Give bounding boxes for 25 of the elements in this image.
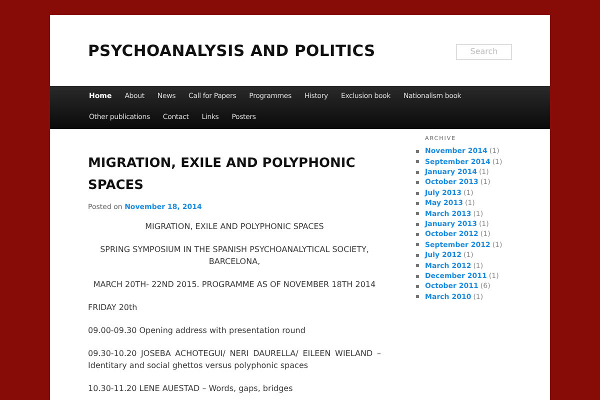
search-field[interactable]: Search xyxy=(456,44,512,60)
bullet-icon xyxy=(416,160,419,164)
post-paragraph: MIGRATION, EXILE AND POLYPHONIC SPACES xyxy=(144,220,325,232)
bullet-icon xyxy=(416,254,419,257)
bullet-icon xyxy=(416,295,419,298)
post-paragraph: 10.30-11.20 LENE AUESTAD – Words, gaps, bridges xyxy=(88,382,294,394)
post-title: MIGRATION, EXILE AND POLYPHONIC SPACES xyxy=(88,155,356,195)
bullet-icon xyxy=(416,170,419,174)
bullet-icon xyxy=(416,285,419,288)
post-paragraph: SPRING SYMPOSIUM IN THE SPANISH PSYCHOANALYTICAL SOCIETY, BARCELONA, xyxy=(99,244,370,268)
post-paragraph: FRIDAY 20th xyxy=(88,302,138,314)
bullet-icon xyxy=(416,192,419,194)
bullet-icon xyxy=(416,222,419,226)
bullet-icon xyxy=(416,243,419,246)
bullet-icon xyxy=(416,150,419,153)
bullet-icon xyxy=(416,202,419,205)
post-paragraph: 09.30-10.20 JOSEBA ACHOTEGUI/ NERI DAURELLA/ EILEEN WIELAND – Identitary and social ghettos versus polyphonic spaces xyxy=(88,348,381,372)
post-paragraph: 09.00-09.30 Opening address with presentation round xyxy=(88,324,306,336)
bullet-icon xyxy=(416,274,419,278)
bullet-icon xyxy=(416,264,419,268)
bullet-icon xyxy=(416,212,419,216)
post-paragraph: MARCH 20TH- 22ND 2015. PROGRAMME AS OF NOVEMBER 18TH 2014 xyxy=(92,278,377,290)
bullet-icon xyxy=(416,181,419,184)
site-title[interactable]: PSYCHOANALYSIS AND POLITICS xyxy=(88,40,376,64)
bullet-icon xyxy=(416,233,419,236)
